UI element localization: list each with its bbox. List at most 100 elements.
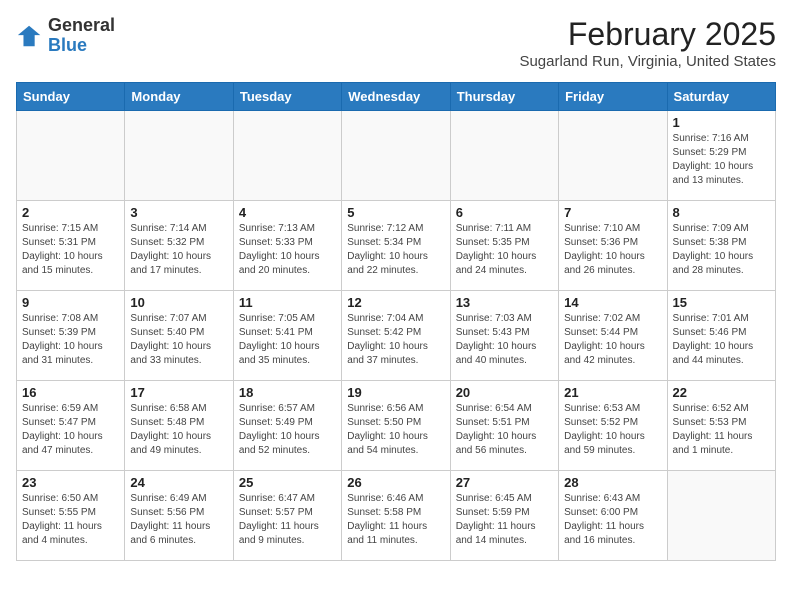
calendar-day-4: 4 Sunrise: 7:13 AM Sunset: 5:33 PM Daylig… bbox=[233, 201, 341, 291]
day-number: 19 bbox=[347, 385, 444, 400]
day-info: Sunrise: 6:54 AM Sunset: 5:51 PM Dayligh… bbox=[456, 402, 553, 458]
calendar-day-24: 24 Sunrise: 6:49 AM Sunset: 5:56 PM Dayli… bbox=[125, 471, 233, 561]
calendar-day-empty bbox=[667, 471, 775, 561]
weekday-header-thursday: Thursday bbox=[450, 83, 558, 111]
calendar-day-15: 15Sunrise: 7:01 AM Sunset: 5:46 PM Dayli… bbox=[667, 291, 775, 381]
calendar-day-22: 22 Sunrise: 6:52 AM Sunset: 5:53 PM Dayli… bbox=[667, 381, 775, 471]
day-info: Sunrise: 7:08 AM Sunset: 5:39 PM Dayligh… bbox=[22, 312, 119, 368]
day-info: Sunrise: 7:12 AM Sunset: 5:34 PM Dayligh… bbox=[347, 222, 444, 278]
calendar-table: SundayMondayTuesdayWednesdayThursdayFrid… bbox=[16, 82, 776, 561]
day-number: 1 bbox=[673, 115, 770, 130]
day-info: Sunrise: 6:52 AM Sunset: 5:53 PM Dayligh… bbox=[673, 402, 770, 458]
day-number: 24 bbox=[130, 475, 227, 490]
day-number: 14 bbox=[564, 295, 661, 310]
day-info: Sunrise: 6:58 AM Sunset: 5:48 PM Dayligh… bbox=[130, 402, 227, 458]
day-number: 10 bbox=[130, 295, 227, 310]
calendar-day-9: 9 Sunrise: 7:08 AM Sunset: 5:39 PM Daylig… bbox=[17, 291, 125, 381]
day-number: 25 bbox=[239, 475, 336, 490]
day-info: Sunrise: 7:02 AM Sunset: 5:44 PM Dayligh… bbox=[564, 312, 661, 368]
calendar-day-5: 5 Sunrise: 7:12 AM Sunset: 5:34 PM Daylig… bbox=[342, 201, 450, 291]
day-number: 12 bbox=[347, 295, 444, 310]
calendar-day-19: 19 Sunrise: 6:56 AM Sunset: 5:50 PM Dayli… bbox=[342, 381, 450, 471]
calendar-day-empty bbox=[233, 111, 341, 201]
calendar-day-12: 12 Sunrise: 7:04 AM Sunset: 5:42 PM Dayli… bbox=[342, 291, 450, 381]
day-info: Sunrise: 6:50 AM Sunset: 5:55 PM Dayligh… bbox=[22, 492, 119, 548]
calendar-day-3: 3Sunrise: 7:14 AM Sunset: 5:32 PM Daylig… bbox=[125, 201, 233, 291]
day-number: 27 bbox=[456, 475, 553, 490]
calendar-day-8: 8 Sunrise: 7:09 AM Sunset: 5:38 PM Daylig… bbox=[667, 201, 775, 291]
day-info: Sunrise: 6:56 AM Sunset: 5:50 PM Dayligh… bbox=[347, 402, 444, 458]
calendar-week-row: 2Sunrise: 7:15 AM Sunset: 5:31 PM Daylig… bbox=[17, 201, 776, 291]
day-number: 26 bbox=[347, 475, 444, 490]
weekday-header-monday: Monday bbox=[125, 83, 233, 111]
calendar-day-26: 26 Sunrise: 6:46 AM Sunset: 5:58 PM Dayli… bbox=[342, 471, 450, 561]
calendar-week-row: 23 Sunrise: 6:50 AM Sunset: 5:55 PM Dayli… bbox=[17, 471, 776, 561]
day-info: Sunrise: 7:09 AM Sunset: 5:38 PM Dayligh… bbox=[673, 222, 770, 278]
page-header: General Blue February 2025 Sugarland Run… bbox=[16, 16, 776, 70]
weekday-header-friday: Friday bbox=[559, 83, 667, 111]
day-number: 11 bbox=[239, 295, 336, 310]
day-number: 18 bbox=[239, 385, 336, 400]
calendar-day-17: 17 Sunrise: 6:58 AM Sunset: 5:48 PM Dayli… bbox=[125, 381, 233, 471]
day-number: 28 bbox=[564, 475, 661, 490]
day-number: 16 bbox=[22, 385, 119, 400]
calendar-day-16: 16 Sunrise: 6:59 AM Sunset: 5:47 PM Dayli… bbox=[17, 381, 125, 471]
logo-blue-text: Blue bbox=[48, 35, 87, 55]
day-info: Sunrise: 7:03 AM Sunset: 5:43 PM Dayligh… bbox=[456, 312, 553, 368]
day-info: Sunrise: 6:53 AM Sunset: 5:52 PM Dayligh… bbox=[564, 402, 661, 458]
day-number: 23 bbox=[22, 475, 119, 490]
day-info: Sunrise: 6:46 AM Sunset: 5:58 PM Dayligh… bbox=[347, 492, 444, 548]
calendar-day-14: 14 Sunrise: 7:02 AM Sunset: 5:44 PM Dayli… bbox=[559, 291, 667, 381]
calendar-day-1: 1 Sunrise: 7:16 AM Sunset: 5:29 PM Daylig… bbox=[667, 111, 775, 201]
calendar-week-row: 16 Sunrise: 6:59 AM Sunset: 5:47 PM Dayli… bbox=[17, 381, 776, 471]
day-info: Sunrise: 6:49 AM Sunset: 5:56 PM Dayligh… bbox=[130, 492, 227, 548]
day-number: 3 bbox=[130, 205, 227, 220]
day-info: Sunrise: 7:10 AM Sunset: 5:36 PM Dayligh… bbox=[564, 222, 661, 278]
weekday-header-tuesday: Tuesday bbox=[233, 83, 341, 111]
day-info: Sunrise: 6:45 AM Sunset: 5:59 PM Dayligh… bbox=[456, 492, 553, 548]
day-info: Sunrise: 7:16 AM Sunset: 5:29 PM Dayligh… bbox=[673, 132, 770, 188]
day-info: Sunrise: 7:11 AM Sunset: 5:35 PM Dayligh… bbox=[456, 222, 553, 278]
day-number: 4 bbox=[239, 205, 336, 220]
day-number: 17 bbox=[130, 385, 227, 400]
day-number: 7 bbox=[564, 205, 661, 220]
calendar-day-empty bbox=[17, 111, 125, 201]
calendar-day-28: 28 Sunrise: 6:43 AM Sunset: 6:00 PM Dayli… bbox=[559, 471, 667, 561]
day-number: 9 bbox=[22, 295, 119, 310]
day-info: Sunrise: 6:47 AM Sunset: 5:57 PM Dayligh… bbox=[239, 492, 336, 548]
calendar-day-10: 10 Sunrise: 7:07 AM Sunset: 5:40 PM Dayli… bbox=[125, 291, 233, 381]
weekday-header-row: SundayMondayTuesdayWednesdayThursdayFrid… bbox=[17, 83, 776, 111]
calendar-day-20: 20Sunrise: 6:54 AM Sunset: 5:51 PM Dayli… bbox=[450, 381, 558, 471]
calendar-day-23: 23 Sunrise: 6:50 AM Sunset: 5:55 PM Dayli… bbox=[17, 471, 125, 561]
calendar-day-11: 11 Sunrise: 7:05 AM Sunset: 5:41 PM Dayli… bbox=[233, 291, 341, 381]
day-info: Sunrise: 6:59 AM Sunset: 5:47 PM Dayligh… bbox=[22, 402, 119, 458]
day-info: Sunrise: 7:04 AM Sunset: 5:42 PM Dayligh… bbox=[347, 312, 444, 368]
day-number: 2 bbox=[22, 205, 119, 220]
day-number: 6 bbox=[456, 205, 553, 220]
day-info: Sunrise: 7:01 AM Sunset: 5:46 PM Dayligh… bbox=[673, 312, 770, 368]
day-info: Sunrise: 7:13 AM Sunset: 5:33 PM Dayligh… bbox=[239, 222, 336, 278]
logo-general-text: General bbox=[48, 15, 115, 35]
day-info: Sunrise: 7:07 AM Sunset: 5:40 PM Dayligh… bbox=[130, 312, 227, 368]
day-number: 13 bbox=[456, 295, 553, 310]
day-info: Sunrise: 7:05 AM Sunset: 5:41 PM Dayligh… bbox=[239, 312, 336, 368]
calendar-day-6: 6 Sunrise: 7:11 AM Sunset: 5:35 PM Daylig… bbox=[450, 201, 558, 291]
day-number: 5 bbox=[347, 205, 444, 220]
day-number: 8 bbox=[673, 205, 770, 220]
day-info: Sunrise: 6:43 AM Sunset: 6:00 PM Dayligh… bbox=[564, 492, 661, 548]
calendar-day-21: 21 Sunrise: 6:53 AM Sunset: 5:52 PM Dayli… bbox=[559, 381, 667, 471]
day-info: Sunrise: 6:57 AM Sunset: 5:49 PM Dayligh… bbox=[239, 402, 336, 458]
calendar-day-13: 13 Sunrise: 7:03 AM Sunset: 5:43 PM Dayli… bbox=[450, 291, 558, 381]
month-title: February 2025 bbox=[519, 16, 776, 53]
day-number: 22 bbox=[673, 385, 770, 400]
day-number: 21 bbox=[564, 385, 661, 400]
calendar-day-25: 25 Sunrise: 6:47 AM Sunset: 5:57 PM Dayli… bbox=[233, 471, 341, 561]
title-block: February 2025 Sugarland Run, Virginia, U… bbox=[519, 16, 776, 70]
calendar-day-empty bbox=[559, 111, 667, 201]
calendar-day-18: 18 Sunrise: 6:57 AM Sunset: 5:49 PM Dayli… bbox=[233, 381, 341, 471]
calendar-day-empty bbox=[125, 111, 233, 201]
calendar-day-empty bbox=[342, 111, 450, 201]
calendar-day-7: 7 Sunrise: 7:10 AM Sunset: 5:36 PM Daylig… bbox=[559, 201, 667, 291]
calendar-day-2: 2Sunrise: 7:15 AM Sunset: 5:31 PM Daylig… bbox=[17, 201, 125, 291]
logo-icon bbox=[16, 22, 44, 50]
